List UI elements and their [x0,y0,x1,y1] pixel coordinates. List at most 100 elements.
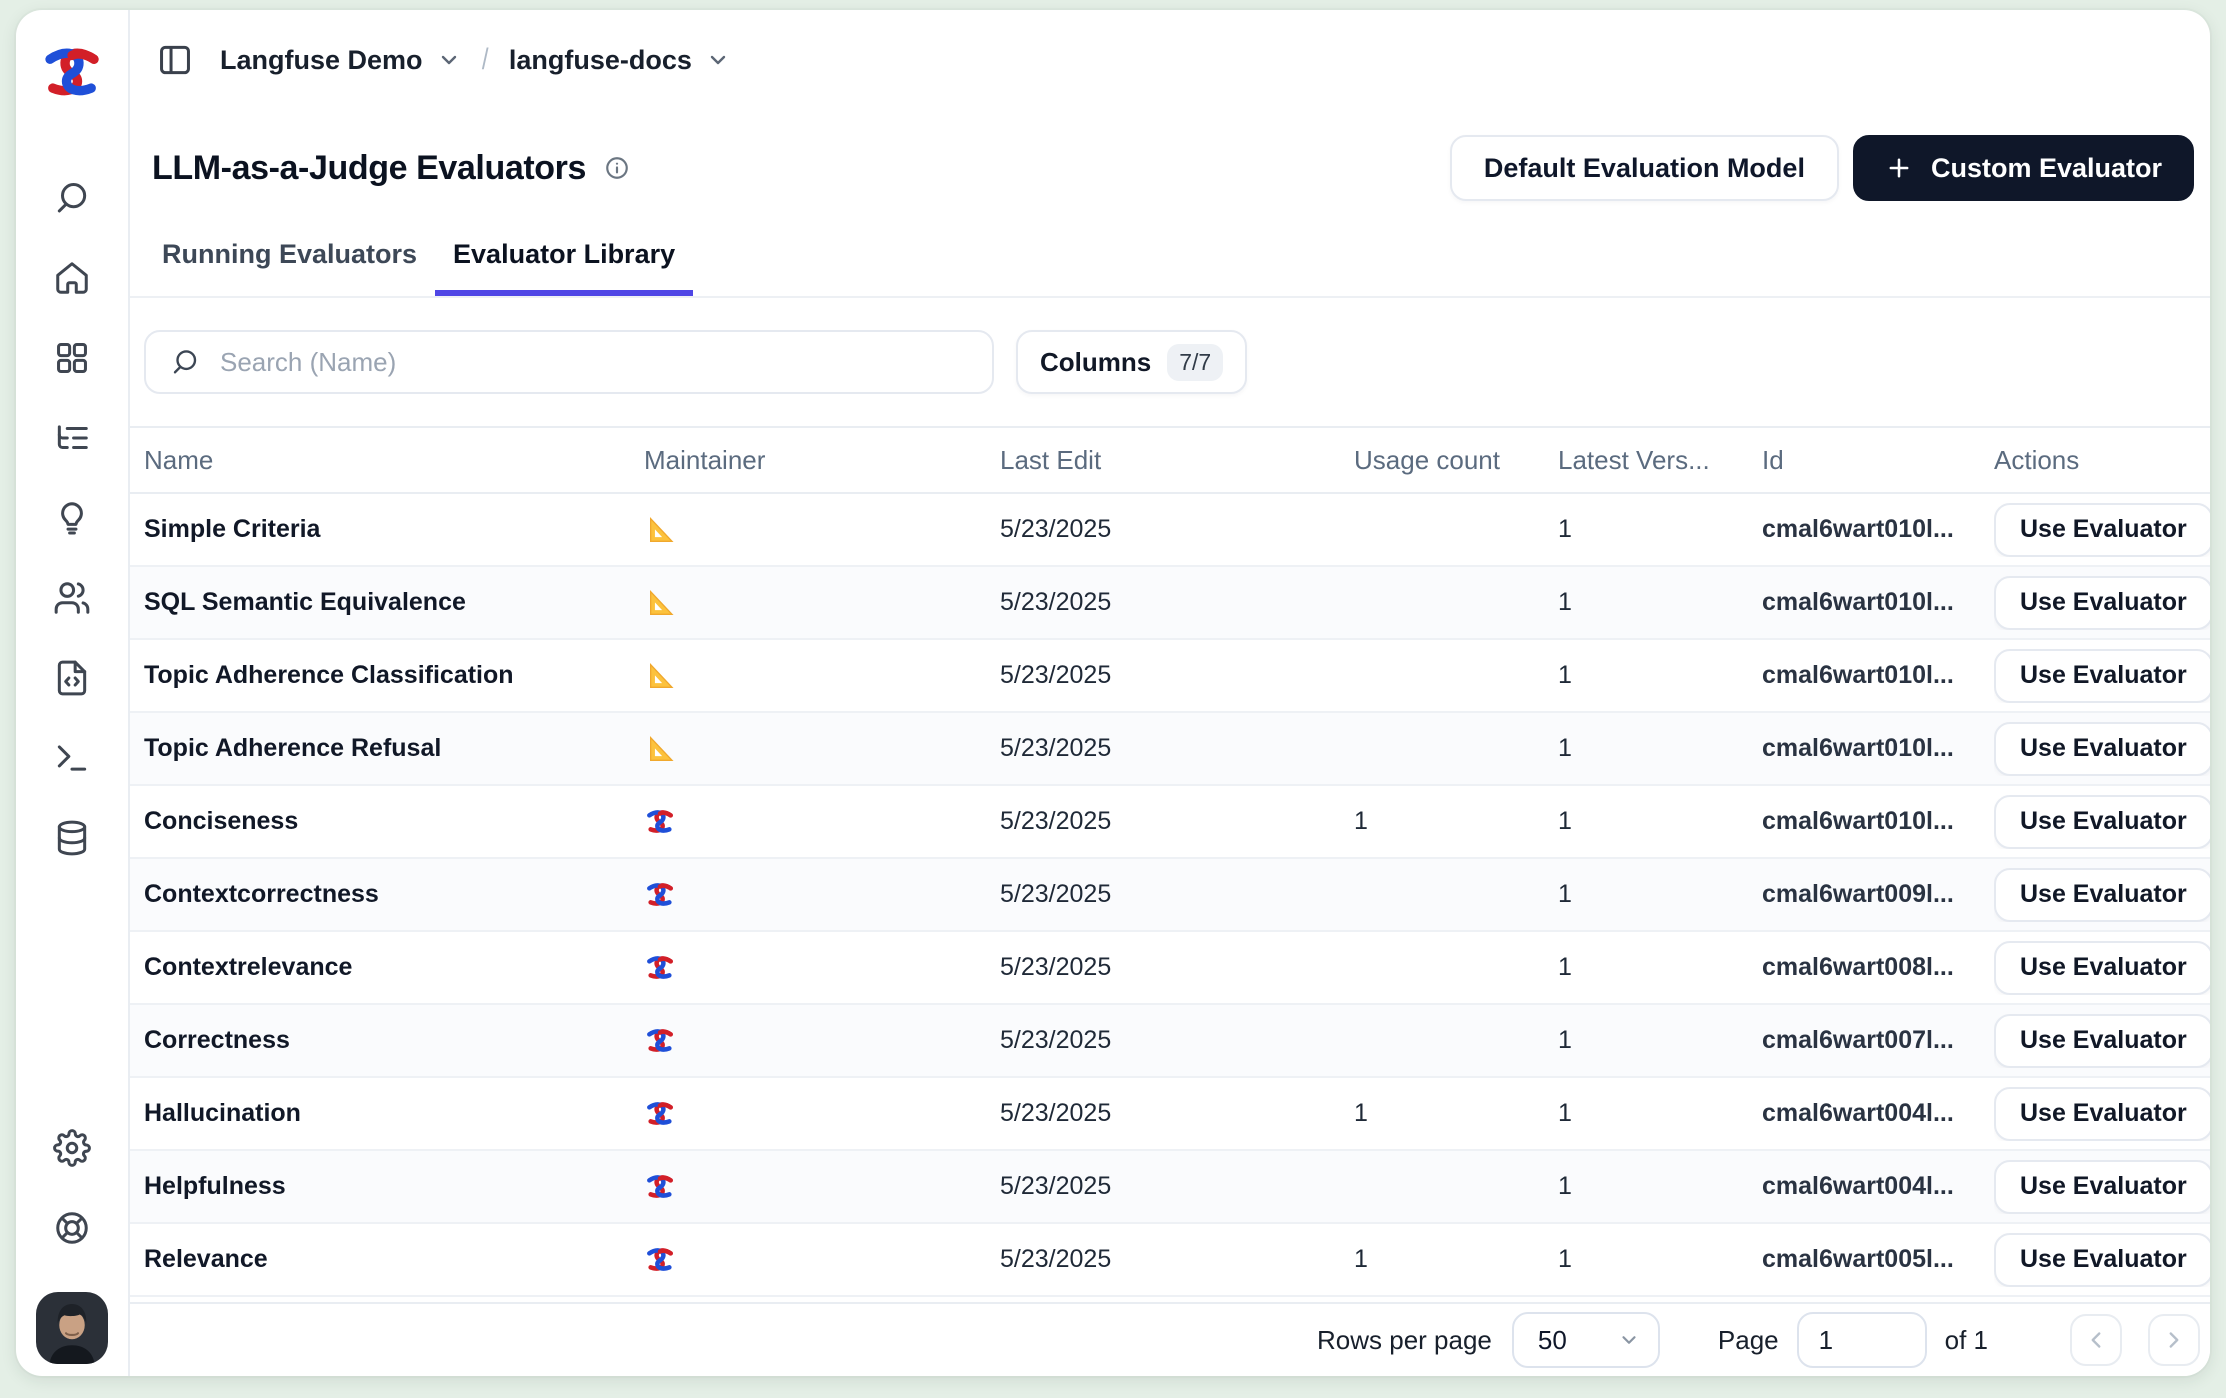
app-card: Langfuse Demo / langfuse-docs LLM-as-a-J… [16,10,2210,1376]
column-header-maintainer[interactable]: Maintainer [644,445,1000,476]
last-edit: 5/23/2025 [1000,734,1354,763]
actions-cell: Use Evaluator [1994,1233,2210,1287]
org-name: Langfuse Demo [220,45,423,76]
evaluator-id: cmal6wart009l... [1762,880,1994,909]
actions-cell: Use Evaluator [1994,1087,2210,1141]
sidebar-item-playground[interactable] [32,638,112,718]
table-row[interactable]: Helpfulness 5/23/2025 1 cmal6wart004l...… [130,1151,2210,1224]
sidebar-item-settings[interactable] [32,1108,112,1188]
ragas-icon [644,514,676,546]
last-edit: 5/23/2025 [1000,1026,1354,1055]
evaluator-name: Topic Adherence Classification [144,661,644,690]
evaluator-name: Relevance [144,1245,644,1274]
table-row[interactable]: SQL Semantic Equivalence 5/23/2025 1 cma… [130,567,2210,640]
use-evaluator-button[interactable]: Use Evaluator [1994,503,2210,557]
latest-version: 1 [1558,1099,1762,1128]
page-header: LLM-as-a-Judge Evaluators Default Evalua… [130,110,2210,214]
table-body: Simple Criteria 5/23/2025 1 cmal6wart010… [130,494,2210,1297]
evaluator-id: cmal6wart007l... [1762,1026,1994,1055]
column-header-id[interactable]: Id [1762,445,1994,476]
sidebar-bottom-icons [32,1108,112,1376]
maintainer-cell [644,806,1000,838]
app-window: Langfuse Demo / langfuse-docs LLM-as-a-J… [0,0,2226,1398]
evaluator-name: Topic Adherence Refusal [144,734,644,763]
evaluator-id: cmal6wart010l... [1762,734,1994,763]
sidebar-item-evaluation[interactable] [32,478,112,558]
rows-per-page-select[interactable]: 50 [1512,1312,1660,1368]
latest-version: 1 [1558,515,1762,544]
evaluator-name: SQL Semantic Equivalence [144,588,644,617]
tab-running-evaluators[interactable]: Running Evaluators [144,239,435,296]
use-evaluator-button[interactable]: Use Evaluator [1994,576,2210,630]
sidebar-item-home[interactable] [32,238,112,318]
chevron-right-icon [2161,1327,2187,1353]
user-avatar[interactable] [36,1292,108,1364]
evaluator-name: Conciseness [144,807,644,836]
sidebar-item-support[interactable] [32,1188,112,1268]
search-icon [53,179,91,217]
support-icon [53,1209,91,1247]
table-row[interactable]: Topic Adherence Refusal 5/23/2025 1 cmal… [130,713,2210,786]
sidebar-item-tracing[interactable] [32,398,112,478]
sidebar-item-datasets[interactable] [32,798,112,878]
use-evaluator-button[interactable]: Use Evaluator [1994,1087,2210,1141]
use-evaluator-button[interactable]: Use Evaluator [1994,1233,2210,1287]
column-header-name[interactable]: Name [144,445,644,476]
sidebar-item-terminal[interactable] [32,718,112,798]
table-row[interactable]: Correctness 5/23/2025 1 cmal6wart007l...… [130,1005,2210,1078]
sidebar-item-search[interactable] [32,158,112,238]
use-evaluator-button[interactable]: Use Evaluator [1994,868,2210,922]
sidebar-toggle-button[interactable] [156,41,194,79]
actions-cell: Use Evaluator [1994,1160,2210,1214]
datasets-icon [53,819,91,857]
search-box [144,330,994,394]
page-label: Page [1718,1325,1779,1356]
use-evaluator-button[interactable]: Use Evaluator [1994,649,2210,703]
table-row[interactable]: Hallucination 5/23/2025 1 1 cmal6wart004… [130,1078,2210,1151]
maintainer-cell [644,660,1000,692]
info-icon[interactable] [604,155,630,181]
previous-page-button[interactable] [2070,1314,2122,1366]
use-evaluator-button[interactable]: Use Evaluator [1994,941,2210,995]
sidebar-item-users[interactable] [32,558,112,638]
langfuse-icon [644,1098,676,1130]
search-input[interactable] [220,347,972,378]
latest-version: 1 [1558,880,1762,909]
tab-evaluator-library[interactable]: Evaluator Library [435,239,693,296]
maintainer-cell [644,952,1000,984]
org-switcher[interactable]: Langfuse Demo [220,45,461,76]
next-page-button[interactable] [2148,1314,2200,1366]
custom-evaluator-button[interactable]: Custom Evaluator [1853,135,2194,201]
evaluator-id: cmal6wart004l... [1762,1099,1994,1128]
latest-version: 1 [1558,953,1762,982]
default-evaluation-model-button[interactable]: Default Evaluation Model [1450,135,1839,201]
column-header-last-edit[interactable]: Last Edit [1000,445,1354,476]
column-header-usage-count[interactable]: Usage count [1354,445,1558,476]
maintainer-cell [644,587,1000,619]
use-evaluator-button[interactable]: Use Evaluator [1994,1160,2210,1214]
use-evaluator-button[interactable]: Use Evaluator [1994,722,2210,776]
maintainer-cell [644,1098,1000,1130]
table-row[interactable]: Contextrelevance 5/23/2025 1 cmal6wart00… [130,932,2210,1005]
latest-version: 1 [1558,1245,1762,1274]
project-switcher[interactable]: langfuse-docs [509,45,730,76]
evaluator-id: cmal6wart008l... [1762,953,1994,982]
evaluator-id: cmal6wart005l... [1762,1245,1994,1274]
columns-button[interactable]: Columns 7/7 [1016,330,1247,394]
sidebar-item-dashboard[interactable] [32,318,112,398]
last-edit: 5/23/2025 [1000,1172,1354,1201]
table-row[interactable]: Conciseness 5/23/2025 1 1 cmal6wart010l.… [130,786,2210,859]
use-evaluator-button[interactable]: Use Evaluator [1994,1014,2210,1068]
use-evaluator-button[interactable]: Use Evaluator [1994,795,2210,849]
table-row[interactable]: Topic Adherence Classification 5/23/2025… [130,640,2210,713]
table-row[interactable]: Relevance 5/23/2025 1 1 cmal6wart005l...… [130,1224,2210,1297]
search-icon [170,347,200,377]
column-header-latest-version[interactable]: Latest Vers... [1558,445,1762,476]
column-header-actions: Actions [1994,445,2210,476]
page-number-input[interactable] [1797,1312,1927,1368]
table-row[interactable]: Simple Criteria 5/23/2025 1 cmal6wart010… [130,494,2210,567]
maintainer-cell [644,1244,1000,1276]
langfuse-icon [644,1025,676,1057]
table-row[interactable]: Contextcorrectness 5/23/2025 1 cmal6wart… [130,859,2210,932]
evaluator-name: Simple Criteria [144,515,644,544]
